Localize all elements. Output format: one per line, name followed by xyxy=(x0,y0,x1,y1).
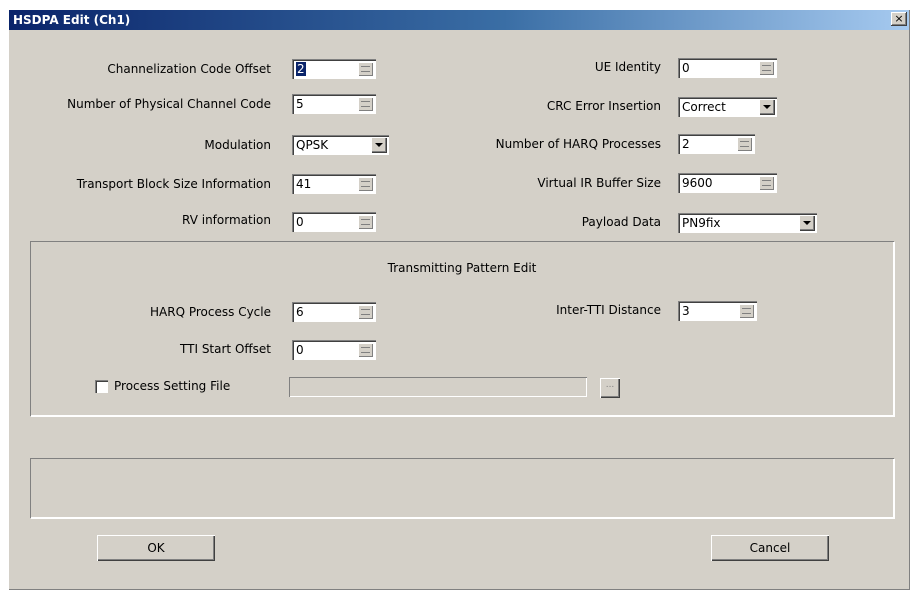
spin-arrows-icon[interactable] xyxy=(759,176,774,190)
process-setting-file-label: Process Setting File xyxy=(114,379,231,393)
num-physical-channel-code-input[interactable]: 5 xyxy=(292,94,376,114)
crc-error-insertion-value: Correct xyxy=(682,100,726,114)
close-icon: × xyxy=(894,12,904,25)
modulation-value: QPSK xyxy=(296,138,329,152)
spin-arrows-icon[interactable] xyxy=(358,343,373,357)
spin-arrows-icon[interactable] xyxy=(358,97,373,111)
payload-data-value: PN9fix xyxy=(682,216,721,230)
transmitting-pattern-title: Transmitting Pattern Edit xyxy=(387,261,537,275)
ok-button[interactable]: OK xyxy=(97,535,215,561)
ue-identity-input[interactable]: 0 xyxy=(678,58,777,78)
spin-arrows-icon[interactable] xyxy=(358,305,373,319)
spin-arrows-icon[interactable] xyxy=(759,61,774,75)
ue-identity-value: 0 xyxy=(682,61,690,75)
process-setting-file-path[interactable] xyxy=(289,377,587,397)
payload-data-label: Payload Data xyxy=(581,215,661,229)
spin-arrows-icon[interactable] xyxy=(739,304,754,318)
num-physical-channel-code-label: Number of Physical Channel Code xyxy=(67,97,271,111)
harq-process-cycle-value: 6 xyxy=(296,305,304,319)
virtual-ir-buffer-value: 9600 xyxy=(682,176,713,190)
spin-arrows-icon[interactable] xyxy=(358,215,373,229)
channelization-code-offset-input[interactable]: 2 xyxy=(292,59,376,79)
tti-start-offset-input[interactable]: 0 xyxy=(292,340,376,360)
num-physical-channel-code-value: 5 xyxy=(296,97,304,111)
num-harq-processes-input[interactable]: 2 xyxy=(678,134,755,154)
chevron-down-icon[interactable] xyxy=(371,137,387,153)
transport-block-size-value: 41 xyxy=(296,177,312,191)
payload-data-select[interactable]: PN9fix xyxy=(678,213,817,233)
modulation-select[interactable]: QPSK xyxy=(292,135,389,155)
channelization-code-offset-value: 2 xyxy=(296,62,306,76)
crc-error-insertion-label: CRC Error Insertion xyxy=(546,99,661,113)
title-bar[interactable]: HSDPA Edit (Ch1) × xyxy=(9,10,909,30)
spin-arrows-icon[interactable] xyxy=(737,137,752,151)
transport-block-size-input[interactable]: 41 xyxy=(292,174,376,194)
chevron-down-icon[interactable] xyxy=(759,99,775,115)
tti-start-offset-value: 0 xyxy=(296,343,304,357)
num-harq-processes-label: Number of HARQ Processes xyxy=(495,137,661,151)
inter-tti-distance-input[interactable]: 3 xyxy=(678,301,757,321)
rv-information-input[interactable]: 0 xyxy=(292,212,376,232)
rv-information-value: 0 xyxy=(296,215,304,229)
harq-process-cycle-label: HARQ Process Cycle xyxy=(150,305,271,319)
spin-arrows-icon[interactable] xyxy=(358,177,373,191)
ue-identity-label: UE Identity xyxy=(594,60,661,74)
tti-start-offset-label: TTI Start Offset xyxy=(180,342,271,356)
rv-information-label: RV information xyxy=(182,213,271,227)
harq-process-cycle-input[interactable]: 6 xyxy=(292,302,376,322)
virtual-ir-buffer-input[interactable]: 9600 xyxy=(678,173,777,193)
process-setting-file-checkbox[interactable] xyxy=(95,380,108,393)
spin-arrows-icon[interactable] xyxy=(358,62,373,76)
chevron-down-icon[interactable] xyxy=(799,215,815,231)
virtual-ir-buffer-label: Virtual IR Buffer Size xyxy=(537,176,661,190)
transport-block-size-label: Transport Block Size Information xyxy=(76,177,271,191)
hsdpa-edit-dialog: HSDPA Edit (Ch1) × Channelization Code O… xyxy=(8,9,910,590)
message-area xyxy=(30,458,894,518)
inter-tti-distance-label: Inter-TTI Distance xyxy=(556,303,661,317)
inter-tti-distance-value: 3 xyxy=(682,304,690,318)
num-harq-processes-value: 2 xyxy=(682,137,690,151)
channelization-code-offset-label: Channelization Code Offset xyxy=(107,62,271,76)
modulation-label: Modulation xyxy=(204,138,271,152)
crc-error-insertion-select[interactable]: Correct xyxy=(678,97,777,117)
close-button[interactable]: × xyxy=(891,12,907,26)
browse-button[interactable]: ... xyxy=(600,378,620,398)
window-title: HSDPA Edit (Ch1) xyxy=(13,13,131,27)
cancel-button[interactable]: Cancel xyxy=(711,535,829,561)
